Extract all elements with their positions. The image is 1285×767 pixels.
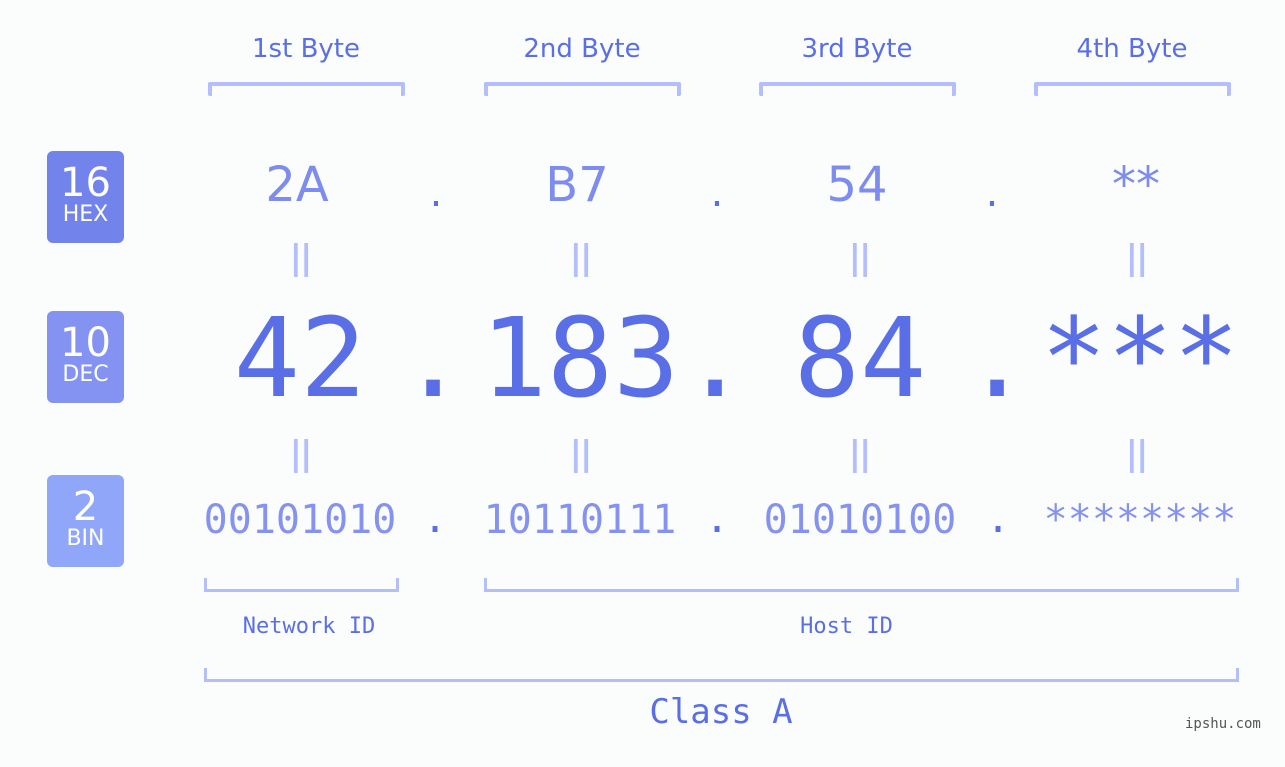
hex-byte-4: ** bbox=[1112, 157, 1160, 213]
dec-dot-3: . bbox=[964, 294, 1031, 422]
hex-dot-1: . bbox=[429, 170, 443, 216]
bin-badge-number: 2 bbox=[72, 484, 99, 530]
dec-dot-1: . bbox=[400, 294, 467, 422]
bin-badge-label: BIN bbox=[66, 526, 105, 551]
hex-dot-3: . bbox=[985, 170, 999, 216]
class-bracket bbox=[204, 668, 1239, 682]
hex-byte-3: 54 bbox=[826, 157, 888, 213]
dec-byte-2: 183 bbox=[480, 294, 680, 422]
equals-icon: || bbox=[569, 238, 593, 278]
watermark: ipshu.com bbox=[1185, 716, 1261, 732]
equals-icon: || bbox=[848, 434, 872, 474]
dec-byte-4: *** bbox=[1040, 294, 1240, 422]
byte-header-4: 4th Byte bbox=[1076, 34, 1188, 64]
class-label: Class A bbox=[649, 692, 793, 732]
byte-header-3: 3rd Byte bbox=[801, 34, 913, 64]
host-id-label: Host ID bbox=[800, 614, 893, 639]
dec-badge-label: DEC bbox=[62, 362, 109, 387]
hex-badge: 16 HEX bbox=[47, 151, 124, 243]
host-id-bracket bbox=[484, 578, 1239, 592]
byte-bracket-2 bbox=[484, 82, 681, 96]
bin-byte-2: 10110111 bbox=[483, 497, 677, 543]
bin-dot-1: . bbox=[422, 496, 448, 542]
byte-bracket-3 bbox=[759, 82, 956, 96]
equals-icon: || bbox=[289, 238, 313, 278]
network-id-label: Network ID bbox=[242, 614, 376, 639]
equals-icon: || bbox=[1125, 434, 1149, 474]
hex-badge-label: HEX bbox=[62, 202, 109, 227]
dec-byte-3: 84 bbox=[793, 294, 927, 422]
dec-byte-1: 42 bbox=[233, 294, 367, 422]
byte-bracket-4 bbox=[1034, 82, 1231, 96]
hex-badge-number: 16 bbox=[60, 160, 111, 206]
bin-byte-1: 00101010 bbox=[203, 497, 397, 543]
hex-byte-1: 2A bbox=[265, 157, 329, 213]
bin-badge: 2 BIN bbox=[47, 475, 124, 567]
byte-header-1: 1st Byte bbox=[252, 34, 360, 64]
equals-icon: || bbox=[1125, 238, 1149, 278]
hex-dot-2: . bbox=[710, 170, 724, 216]
bin-byte-4: ******** bbox=[1043, 497, 1237, 543]
bin-dot-2: . bbox=[704, 496, 730, 542]
dec-badge-number: 10 bbox=[60, 320, 111, 366]
equals-icon: || bbox=[848, 238, 872, 278]
equals-icon: || bbox=[569, 434, 593, 474]
dec-badge: 10 DEC bbox=[47, 311, 124, 403]
hex-byte-2: B7 bbox=[545, 157, 609, 213]
dec-dot-2: . bbox=[682, 294, 749, 422]
byte-bracket-1 bbox=[208, 82, 405, 96]
network-id-bracket bbox=[204, 578, 399, 592]
byte-header-2: 2nd Byte bbox=[523, 34, 641, 64]
bin-byte-3: 01010100 bbox=[763, 497, 957, 543]
equals-icon: || bbox=[289, 434, 313, 474]
bin-dot-3: . bbox=[985, 496, 1011, 542]
